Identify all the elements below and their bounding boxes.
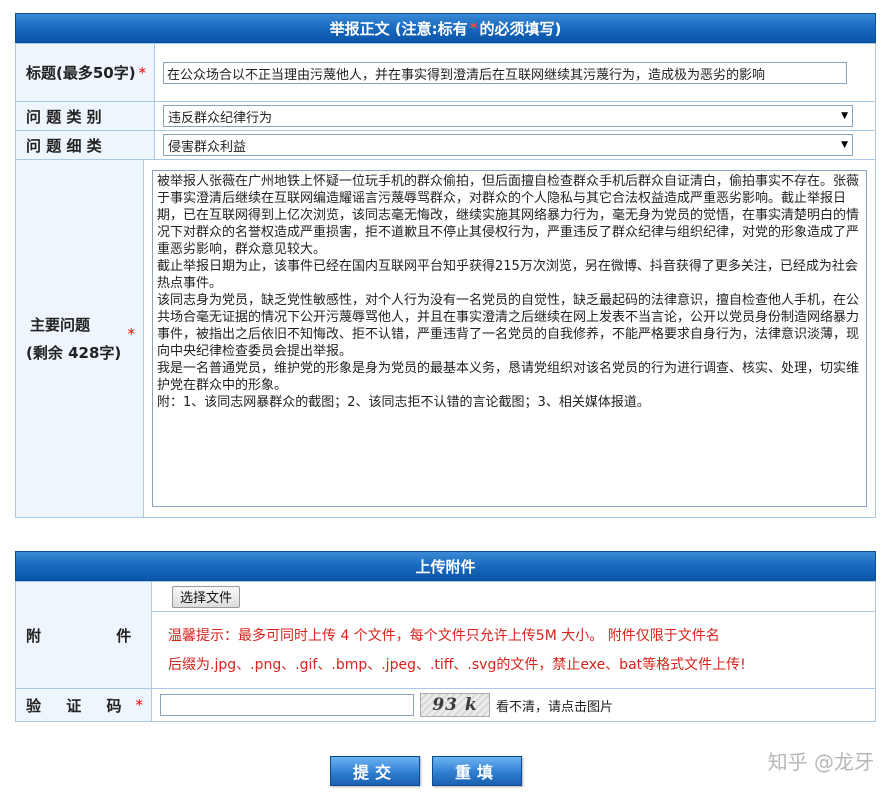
upload-form: 附 件 选择文件 温馨提示：最多可同时上传 4 个文件，每个文件只允许上传5M … [15, 581, 876, 722]
captcha-value-cell: 93 k 看不清，请点击图片 [152, 689, 875, 721]
upload-section-header: 上传附件 [15, 551, 876, 581]
detail-value-cell: 侵害群众利益 ▼ [155, 131, 875, 159]
main-issue-label-cell: 主要问题 (剩余 428字) * [16, 160, 144, 517]
category-label-cell: 问 题 类 别 [16, 102, 155, 130]
title-input[interactable]: 在公众场合以不正当理由污蔑他人，并在事实得到澄清后在互联网继续其污蔑行为，造成极… [163, 61, 847, 84]
attachment-value-cell: 选择文件 温馨提示：最多可同时上传 4 个文件，每个文件只允许上传5M 大小。 … [152, 582, 875, 688]
report-header-prefix: 举报正文 (注意:标有 [329, 19, 468, 38]
reset-button[interactable]: 重填 [432, 756, 522, 786]
main-issue-required-mark: * [127, 325, 136, 343]
title-label-cell: 标题(最多50字) * [16, 44, 155, 101]
attachment-label: 附 件 [26, 626, 132, 645]
upload-hint-line-2: 后缀为.jpg、.png、.gif、.bmp、.jpeg、.tiff、.svg的… [168, 657, 746, 673]
issue-paragraph: 附：1、该同志网暴群众的截图；2、该同志拒不认错的言论截图；3、相关媒体报道。 [157, 395, 650, 410]
main-issue-value-cell: 被举报人张薇在广州地铁上怀疑一位玩手机的群众偷拍，但后面擅自检查群众手机后群众自… [144, 160, 875, 517]
detail-select[interactable]: 侵害群众利益 ▼ [163, 134, 853, 156]
issue-paragraph: 截止举报日期为止，该事件已经在国内互联网平台知乎获得215万次浏览，另在微博、抖… [157, 259, 858, 291]
captcha-label: 验 证 码 [26, 696, 122, 715]
detail-selected-value: 侵害群众利益 [168, 139, 247, 155]
captcha-required-mark: * [135, 696, 144, 714]
category-selected-value: 违反群众纪律行为 [168, 110, 273, 126]
title-row: 标题(最多50字) * 在公众场合以不正当理由污蔑他人，并在事实得到澄清后在互联… [16, 43, 875, 101]
main-issue-label: 主要问题 [30, 315, 91, 334]
report-header-suffix: 的必须填写) [479, 19, 562, 38]
submit-button[interactable]: 提交 [330, 756, 420, 786]
main-issue-row: 主要问题 (剩余 428字) * 被举报人张薇在广州地铁上怀疑一位玩手机的群众偷… [16, 159, 875, 517]
attachment-label-cell: 附 件 [16, 582, 152, 688]
issue-paragraph: 我是一名普通党员，维护党的形象是身为党员的最基本义务，恳请党组织对该名党员的行为… [157, 361, 860, 393]
captcha-refresh-hint[interactable]: 看不清，请点击图片 [496, 696, 613, 715]
category-row: 问 题 类 别 违反群众纪律行为 ▼ [16, 101, 875, 130]
title-required-mark: * [138, 63, 147, 82]
report-form: 标题(最多50字) * 在公众场合以不正当理由污蔑他人，并在事实得到澄清后在互联… [15, 43, 876, 518]
category-select[interactable]: 违反群众纪律行为 ▼ [163, 105, 853, 127]
category-value-cell: 违反群众纪律行为 ▼ [155, 102, 875, 130]
report-section-header: 举报正文 (注意:标有 * 的必须填写) [15, 13, 876, 43]
dropdown-arrow-icon: ▼ [841, 140, 848, 150]
detail-label: 问 题 细 类 [26, 136, 102, 155]
captcha-label-cell: 验 证 码 * [16, 689, 152, 721]
issue-paragraph: 该同志身为党员，缺乏党性敏感性，对个人行为没有一名党员的自觉性，缺乏最起码的法律… [157, 293, 860, 359]
captcha-image[interactable]: 93 k [420, 693, 490, 717]
main-issue-textarea[interactable]: 被举报人张薇在广州地铁上怀疑一位玩手机的群众偷拍，但后面擅自检查群众手机后群众自… [152, 170, 867, 507]
title-label: 标题(最多50字) [26, 63, 136, 82]
category-label: 问 题 类 别 [26, 107, 102, 126]
detail-label-cell: 问 题 细 类 [16, 131, 155, 159]
title-value-cell: 在公众场合以不正当理由污蔑他人，并在事实得到澄清后在互联网继续其污蔑行为，造成极… [155, 44, 875, 101]
report-header-star: * [469, 19, 478, 37]
detail-row: 问 题 细 类 侵害群众利益 ▼ [16, 130, 875, 159]
dropdown-arrow-icon: ▼ [841, 111, 848, 121]
upload-hint-line-1: 温馨提示：最多可同时上传 4 个文件，每个文件只允许上传5M 大小。 附件仅限于… [168, 628, 720, 644]
choose-file-button[interactable]: 选择文件 [172, 585, 241, 608]
captcha-row: 验 证 码 * 93 k 看不清，请点击图片 [16, 688, 875, 721]
issue-paragraph: 被举报人张薇在广州地铁上怀疑一位玩手机的群众偷拍，但后面擅自检查群众手机后群众自… [157, 174, 860, 257]
file-chooser-row: 选择文件 [152, 582, 875, 612]
watermark: 知乎 @龙牙 [767, 750, 874, 774]
attachment-row: 附 件 选择文件 温馨提示：最多可同时上传 4 个文件，每个文件只允许上传5M … [16, 581, 875, 688]
captcha-input[interactable] [160, 694, 414, 716]
upload-hint: 温馨提示：最多可同时上传 4 个文件，每个文件只允许上传5M 大小。 附件仅限于… [152, 612, 875, 680]
upload-header-title: 上传附件 [415, 557, 476, 576]
main-issue-remaining: (剩余 428字) [26, 343, 122, 362]
